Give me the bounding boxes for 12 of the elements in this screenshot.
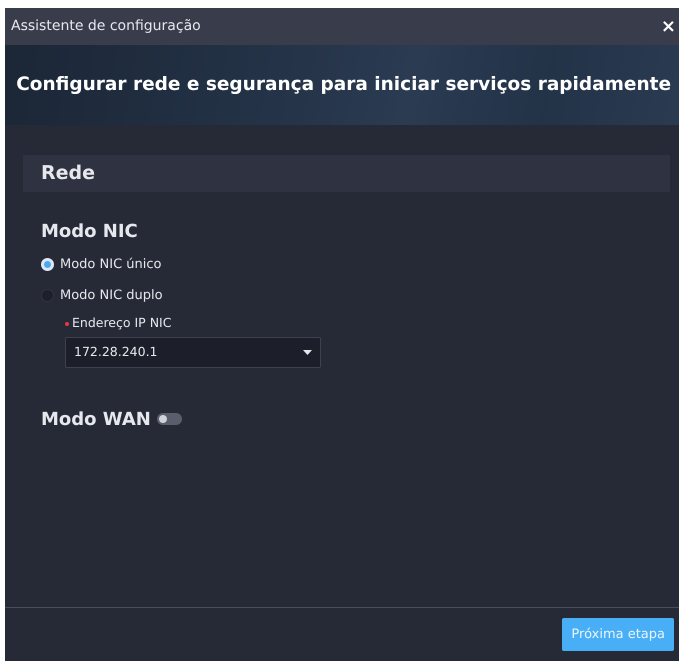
- toggle-switch[interactable]: [156, 413, 182, 426]
- field-label: Endereço IP NIC: [65, 314, 679, 333]
- window-title: Assistente de configuração: [11, 17, 201, 36]
- group-title: Modo WAN: [41, 408, 151, 432]
- ip-select[interactable]: 172.28.240.1: [65, 336, 321, 368]
- group-title: Modo NIC: [41, 220, 139, 244]
- caret-icon: [303, 350, 312, 355]
- close-button[interactable]: ×: [658, 18, 679, 36]
- section-title: Rede: [41, 161, 96, 186]
- banner-title: Configurar rede e segurança para iniciar serviços rapidamente: [16, 74, 671, 96]
- radio-option[interactable]: Modo NIC duplo: [41, 286, 163, 305]
- radio-option[interactable]: Modo NIC único: [41, 255, 162, 274]
